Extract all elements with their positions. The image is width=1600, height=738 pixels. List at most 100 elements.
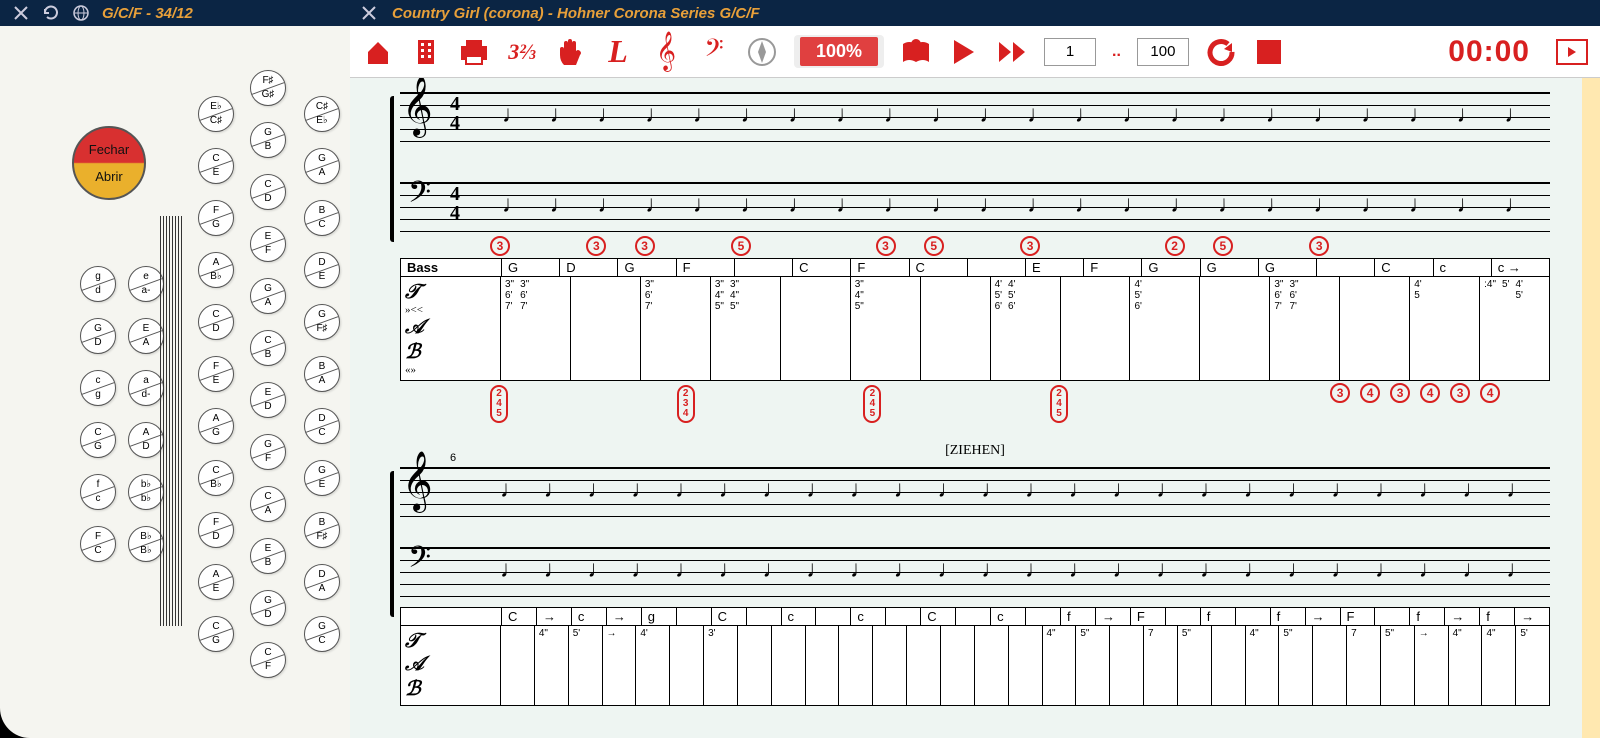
- refresh-icon[interactable]: [42, 4, 60, 22]
- tab-column: [1339, 277, 1409, 380]
- accordion-button[interactable]: AB♭: [198, 252, 234, 288]
- note: ♩: [1453, 476, 1497, 504]
- accordion-button[interactable]: EB: [250, 538, 286, 574]
- accordion-button[interactable]: FC: [80, 526, 116, 562]
- accordion-button[interactable]: cg: [80, 370, 116, 406]
- accordion-button[interactable]: AD: [128, 422, 164, 458]
- book-icon[interactable]: [900, 36, 932, 68]
- bar-number: 6: [450, 452, 456, 464]
- accordion-button[interactable]: GD: [80, 318, 116, 354]
- close-song-icon[interactable]: [360, 4, 378, 22]
- accordion-button[interactable]: GA: [304, 148, 340, 184]
- accordion-button[interactable]: CB♭: [198, 460, 234, 496]
- accordion-button[interactable]: CA: [250, 486, 286, 522]
- accordion-button[interactable]: CG: [198, 616, 234, 652]
- accordion-button[interactable]: CB: [250, 330, 286, 366]
- accordion-button[interactable]: BF♯: [304, 512, 340, 548]
- fast-forward-icon[interactable]: [996, 36, 1028, 68]
- treble-clef-icon[interactable]: 𝄞: [650, 36, 682, 68]
- speed-control[interactable]: 100%: [794, 35, 884, 68]
- undo-icon[interactable]: [1205, 36, 1237, 68]
- tab-cell: 4': [635, 626, 669, 705]
- note: ♩: [1015, 191, 1063, 219]
- accordion-button[interactable]: FD: [198, 512, 234, 548]
- tablature-block-2: C→c→gCccCcf→Fff→Ff→f→ 𝒯 𝒜 ℬ 4"5'→4'3'4"5…: [400, 607, 1550, 706]
- accordion-button[interactable]: DE: [304, 252, 340, 288]
- accordion-button[interactable]: GE: [304, 460, 340, 496]
- tab-header-cell: [1025, 608, 1060, 625]
- stop-icon[interactable]: [1253, 36, 1285, 68]
- accordion-button[interactable]: CF: [250, 642, 286, 678]
- accordion-button[interactable]: GF: [250, 434, 286, 470]
- fingering-circle: 4: [1420, 383, 1440, 403]
- note: ♩: [1111, 101, 1159, 129]
- accordion-button[interactable]: ea-: [128, 266, 164, 302]
- accordion-button[interactable]: CG: [80, 422, 116, 458]
- note: ♩: [1278, 556, 1322, 584]
- measure-to-input[interactable]: [1137, 38, 1189, 66]
- accordion-button[interactable]: GD: [250, 590, 286, 626]
- accordion-button[interactable]: DA: [304, 564, 340, 600]
- note: ♩: [1146, 476, 1190, 504]
- accordion-button[interactable]: E♭C♯: [198, 96, 234, 132]
- accordion-button[interactable]: EA: [128, 318, 164, 354]
- tab-header-cell: g: [641, 608, 676, 625]
- tab-header-cell: D: [559, 259, 617, 276]
- note: ♩: [1206, 191, 1254, 219]
- building-icon[interactable]: [410, 36, 442, 68]
- tab-cell: 5": [1380, 626, 1414, 705]
- note: ♩: [967, 191, 1015, 219]
- tab-header-cell: c: [1433, 259, 1491, 276]
- video-icon[interactable]: [1556, 39, 1588, 65]
- play-icon[interactable]: [948, 36, 980, 68]
- tab-cell: [771, 626, 805, 705]
- tab-header-cell: C: [792, 259, 850, 276]
- tab-column: 4'5'6': [1129, 277, 1199, 380]
- accordion-button[interactable]: GF♯: [304, 304, 340, 340]
- print-icon[interactable]: [458, 36, 490, 68]
- tab-header-cell: →: [1444, 608, 1479, 625]
- accordion-button[interactable]: FE: [198, 356, 234, 392]
- tab-cell: 4": [534, 626, 568, 705]
- measure-from-input[interactable]: [1044, 38, 1096, 66]
- accordion-button[interactable]: FG: [198, 200, 234, 236]
- home-icon[interactable]: [362, 36, 394, 68]
- accordion-button[interactable]: C♯E♭: [304, 96, 340, 132]
- accordion-button[interactable]: BC: [304, 200, 340, 236]
- time-display: 00:00: [1448, 35, 1530, 69]
- accordion-button[interactable]: AE: [198, 564, 234, 600]
- tab-column: 3"6'7': [640, 277, 710, 380]
- accordion-button[interactable]: CD: [198, 304, 234, 340]
- accordion-button[interactable]: GB: [250, 122, 286, 158]
- close-icon[interactable]: [12, 4, 30, 22]
- accordion-button[interactable]: gd: [80, 266, 116, 302]
- accordion-button[interactable]: CD: [250, 174, 286, 210]
- note: ♩: [1103, 556, 1147, 584]
- bass-clef-icon[interactable]: 𝄢: [698, 36, 730, 68]
- accordion-button[interactable]: EF: [250, 226, 286, 262]
- compass-icon[interactable]: [746, 36, 778, 68]
- globe-icon[interactable]: [72, 4, 90, 22]
- accordion-button[interactable]: ad-: [128, 370, 164, 406]
- accordion-button[interactable]: GC: [304, 616, 340, 652]
- accordion-button[interactable]: BA: [304, 356, 340, 392]
- bass-clef: 𝄢: [408, 540, 431, 583]
- accordion-button[interactable]: F♯G♯: [250, 70, 286, 106]
- accordion-button[interactable]: B♭B♭: [128, 526, 164, 562]
- note: ♩: [1190, 556, 1234, 584]
- accordion-button[interactable]: b♭b♭: [128, 474, 164, 510]
- accordion-button[interactable]: GA: [250, 278, 286, 314]
- note: ♩: [1445, 101, 1493, 129]
- script-l-icon[interactable]: L: [602, 36, 634, 68]
- note: ♩: [585, 101, 633, 129]
- tab-header-cell: c: [571, 608, 606, 625]
- accordion-button[interactable]: fc: [80, 474, 116, 510]
- accordion-button[interactable]: DC: [304, 408, 340, 444]
- accordion-button[interactable]: AG: [198, 408, 234, 444]
- accordion-button[interactable]: ED: [250, 382, 286, 418]
- accordion-button[interactable]: CE: [198, 148, 234, 184]
- hand-icon[interactable]: [554, 36, 586, 68]
- tab-cell: 4": [1481, 626, 1515, 705]
- fraction-icon[interactable]: 3⅔: [506, 36, 538, 68]
- tab-column: 3"6'7'3"6'7': [501, 277, 570, 380]
